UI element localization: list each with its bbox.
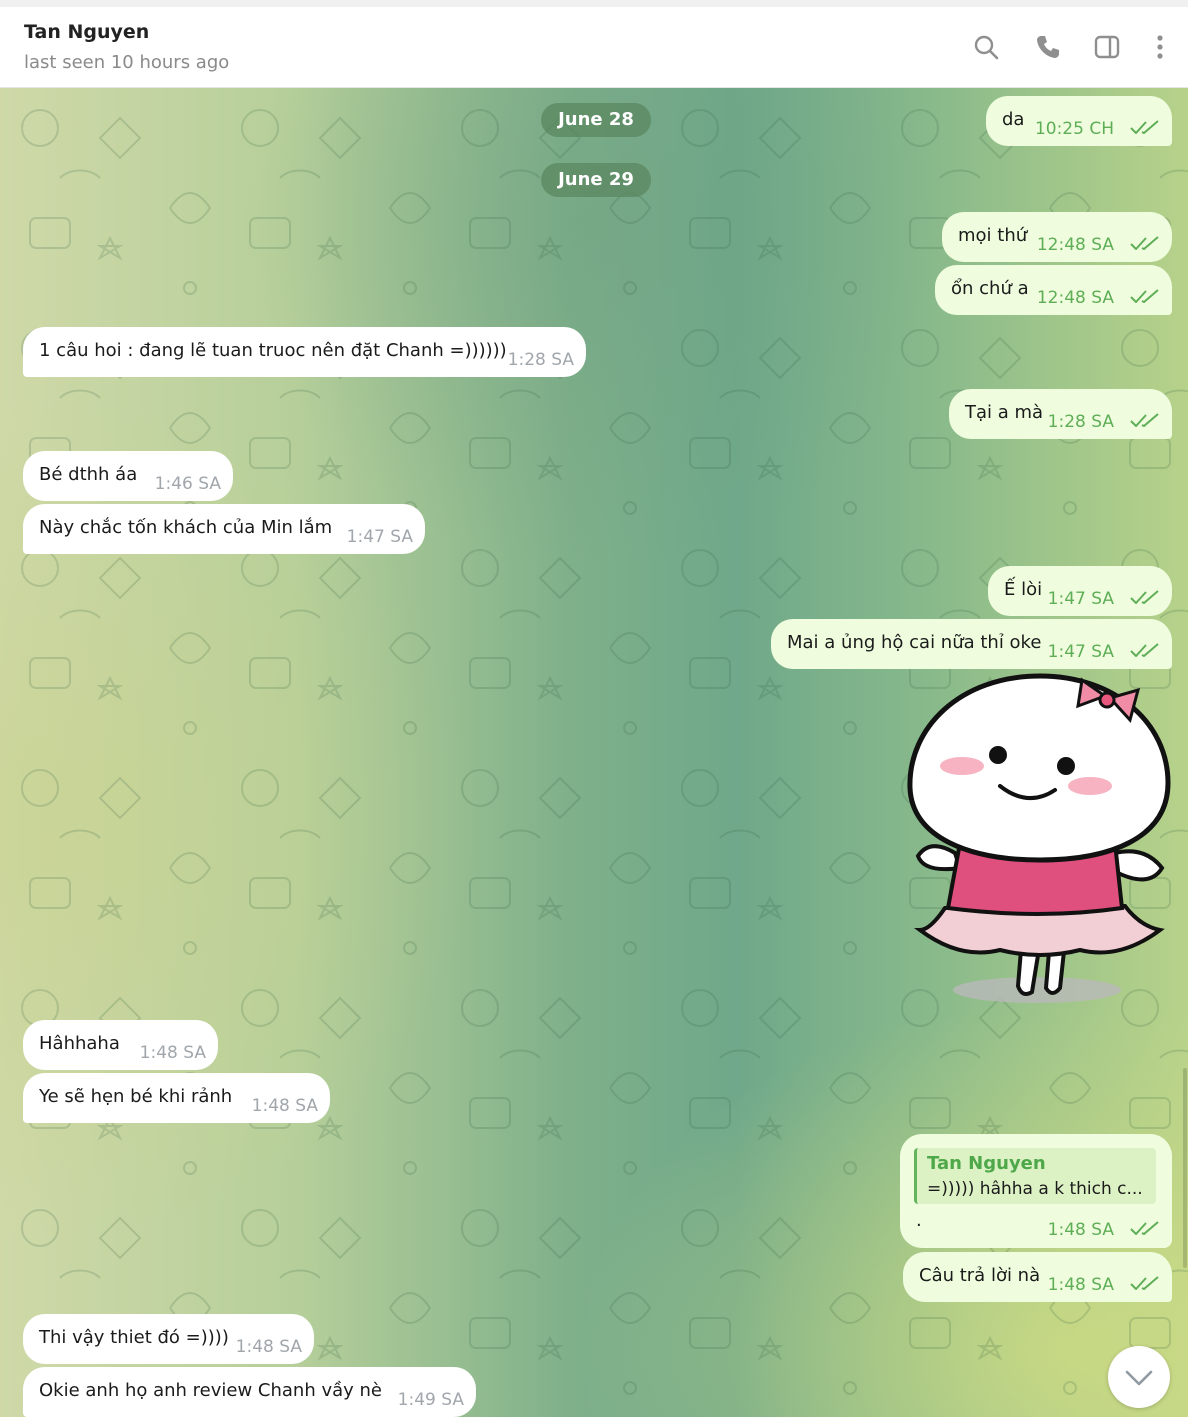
message-time: 1:48 SA xyxy=(235,1337,302,1357)
message-outgoing[interactable]: Câu trả lời nà 1:48 SA xyxy=(903,1252,1172,1302)
message-text: Bé dthh áa xyxy=(39,464,138,485)
message-time: 1:48 SA xyxy=(1047,1275,1114,1295)
window-top-strip xyxy=(0,0,1188,7)
message-incoming[interactable]: Này chắc tốn khách của Min lắm 1:47 SA xyxy=(23,504,425,554)
sidebar-toggle-icon[interactable] xyxy=(1093,33,1121,61)
message-time: 1:47 SA xyxy=(346,527,413,547)
message-outgoing[interactable]: Ế lòi 1:47 SA xyxy=(988,566,1172,616)
smiling-girl-sticker[interactable] xyxy=(900,668,1180,1013)
message-outgoing[interactable]: da 10:25 CH xyxy=(986,96,1172,146)
message-time: 1:47 SA xyxy=(1047,642,1114,662)
message-incoming[interactable]: Okie anh họ anh review Chanh vầy nè 1:49… xyxy=(23,1367,476,1417)
message-time: 1:48 SA xyxy=(139,1043,206,1063)
message-incoming[interactable]: Thi vậy thiet đó =)))) 1:48 SA xyxy=(23,1314,314,1364)
message-time: 1:49 SA xyxy=(397,1390,464,1410)
message-text: Này chắc tốn khách của Min lắm xyxy=(39,517,333,538)
contact-name[interactable]: Tan Nguyen xyxy=(24,21,149,43)
double-check-icon xyxy=(1130,643,1159,657)
message-text: 1 câu hoi : đang lẽ tuan truoc nên đặt C… xyxy=(39,340,507,361)
message-text: Okie anh họ anh review Chanh vầy nè xyxy=(39,1380,383,1401)
more-vertical-icon[interactable] xyxy=(1146,33,1174,61)
message-text: Ế lòi xyxy=(1004,579,1043,600)
message-time: 1:48 SA xyxy=(1047,1220,1114,1240)
message-time: 1:47 SA xyxy=(1047,589,1114,609)
message-text: . xyxy=(916,1210,922,1231)
message-time: 12:48 SA xyxy=(1036,288,1114,308)
double-check-icon xyxy=(1130,1276,1159,1290)
message-text: Hâhhaha xyxy=(39,1033,120,1054)
quote-author: Tan Nguyen xyxy=(927,1153,1046,1174)
message-text: ổn chứ a xyxy=(951,278,1029,299)
message-incoming[interactable]: Bé dthh áa 1:46 SA xyxy=(23,451,233,501)
message-text: Câu trả lời nà xyxy=(919,1265,1041,1286)
scroll-to-bottom-button[interactable] xyxy=(1108,1346,1170,1408)
message-time: 12:48 SA xyxy=(1036,235,1114,255)
scrollbar[interactable] xyxy=(1182,88,1188,1417)
message-outgoing[interactable]: mọi thứ 12:48 SA xyxy=(942,212,1172,262)
message-incoming[interactable]: Ye sẽ hẹn bé khi rảnh 1:48 SA xyxy=(23,1073,330,1123)
scrollbar-thumb[interactable] xyxy=(1183,1068,1187,1268)
message-text: Mai a ủng hộ cai nữa thỉ oke xyxy=(787,632,1042,653)
contact-status: last seen 10 hours ago xyxy=(24,52,230,73)
message-time: 1:28 SA xyxy=(507,350,574,370)
double-check-icon xyxy=(1130,236,1159,250)
message-outgoing[interactable]: Mai a ủng hộ cai nữa thỉ oke 1:47 SA xyxy=(771,619,1172,669)
double-check-icon xyxy=(1130,120,1159,134)
message-text: Thi vậy thiet đó =)))) xyxy=(39,1327,229,1348)
phone-icon[interactable] xyxy=(1034,33,1062,61)
chevron-down-icon xyxy=(1125,1370,1153,1386)
search-icon[interactable] xyxy=(972,33,1000,61)
quote-text: =))))) hâhha a k thich c... xyxy=(927,1179,1143,1199)
message-outgoing[interactable]: ổn chứ a 12:48 SA xyxy=(935,265,1172,315)
message-outgoing-reply[interactable]: Tan Nguyen =))))) hâhha a k thich c... .… xyxy=(900,1134,1172,1248)
message-text: mọi thứ xyxy=(958,225,1028,246)
message-time: 10:25 CH xyxy=(1034,119,1114,139)
chat-header: Tan Nguyen last seen 10 hours ago xyxy=(0,7,1188,88)
message-text: Tại a mà xyxy=(965,402,1044,423)
message-text: Ye sẽ hẹn bé khi rảnh xyxy=(39,1086,233,1107)
message-incoming[interactable]: 1 câu hoi : đang lẽ tuan truoc nên đặt C… xyxy=(23,327,586,377)
double-check-icon xyxy=(1130,1221,1159,1235)
date-separator: June 29 xyxy=(541,163,651,197)
message-text: da xyxy=(1002,109,1025,130)
message-outgoing[interactable]: Tại a mà 1:28 SA xyxy=(949,389,1172,439)
message-time: 1:46 SA xyxy=(154,474,221,494)
double-check-icon xyxy=(1130,413,1159,427)
message-time: 1:28 SA xyxy=(1047,412,1114,432)
date-separator: June 28 xyxy=(541,103,651,137)
reply-quote[interactable]: Tan Nguyen =))))) hâhha a k thich c... xyxy=(914,1148,1156,1204)
double-check-icon xyxy=(1130,590,1159,604)
double-check-icon xyxy=(1130,289,1159,303)
message-incoming[interactable]: Hâhhaha 1:48 SA xyxy=(23,1020,218,1070)
message-time: 1:48 SA xyxy=(251,1096,318,1116)
